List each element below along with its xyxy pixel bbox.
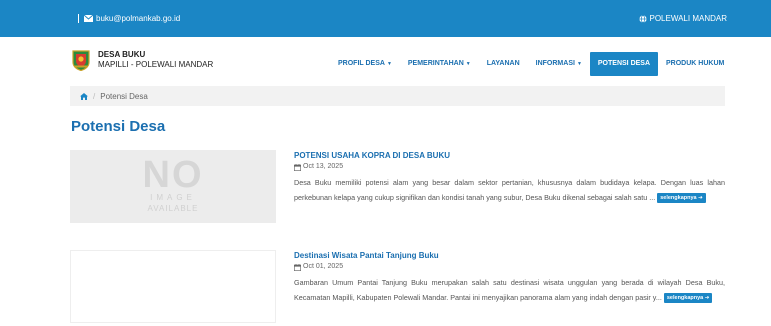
home-icon[interactable] — [80, 92, 88, 100]
post-thumbnail[interactable] — [70, 250, 276, 323]
contact-email[interactable]: buku@polmankab.go.id — [78, 14, 180, 23]
post-excerpt: Desa Buku memiliki potensi alam yang bes… — [294, 176, 725, 205]
post-thumbnail[interactable]: NO IMAGE AVAILABLE — [70, 150, 276, 223]
post-excerpt: Gambaran Umum Pantai Tanjung Buku merupa… — [294, 276, 725, 305]
regency-crest-icon — [72, 50, 90, 71]
arrow-right-icon: ➔ — [698, 194, 703, 201]
read-more-button[interactable]: selengkapnya ➔ — [657, 192, 706, 203]
calendar-icon — [294, 163, 301, 171]
post-date: Oct 13, 2025 — [294, 162, 725, 172]
breadcrumb-separator: / — [93, 91, 96, 101]
read-more-label: selengkapnya — [666, 294, 704, 301]
breadcrumb: / Potensi Desa — [70, 86, 725, 106]
post-title[interactable]: POTENSI USAHA KOPRA DI DESA BUKU — [294, 150, 725, 161]
page-title: Potensi Desa — [71, 118, 166, 135]
post-date: Oct 01, 2025 — [294, 262, 725, 272]
nav-item-label: POTENSI DESA — [597, 60, 651, 67]
nav-item-label: LAYANAN — [486, 60, 520, 67]
nav-item-potensi-desa[interactable]: POTENSI DESA — [589, 52, 659, 76]
nav-item-label: INFORMASI — [535, 60, 575, 67]
top-bar: buku@polmankab.go.id POLEWALI MANDAR — [0, 0, 771, 37]
post-body: Destinasi Wisata Pantai Tanjung Buku Oct… — [294, 250, 725, 305]
globe-icon — [638, 14, 647, 23]
no-image-text: IMAGE — [150, 193, 196, 202]
caret-down-icon: ▼ — [465, 61, 471, 67]
divider — [78, 14, 79, 23]
post-date-text: Oct 01, 2025 — [303, 263, 344, 270]
calendar-icon — [294, 263, 301, 271]
site-brand[interactable]: DESA BUKU MAPILLI - POLEWALI MANDAR — [72, 50, 213, 71]
post-date-text: Oct 13, 2025 — [303, 163, 344, 170]
nav-item-pemerintahan[interactable]: PEMERINTAHAN ▼ — [400, 52, 479, 76]
main-navbar: DESA BUKU MAPILLI - POLEWALI MANDAR PROF… — [0, 37, 771, 83]
region-label: POLEWALI MANDAR — [649, 14, 728, 23]
nav-item-profil-desa[interactable]: PROFIL DESA ▼ — [330, 52, 400, 76]
nav-item-informasi[interactable]: INFORMASI ▼ — [528, 52, 590, 76]
nav-item-label: PROFIL DESA — [338, 60, 385, 67]
nav-item-label: PRODUK HUKUM — [666, 60, 725, 67]
read-more-label: selengkapnya — [660, 194, 697, 201]
no-image-text: NO — [142, 154, 204, 196]
post-title[interactable]: Destinasi Wisata Pantai Tanjung Buku — [294, 250, 725, 261]
contact-email-text: buku@polmankab.go.id — [96, 14, 181, 23]
nav-item-label: PEMERINTAHAN — [407, 60, 464, 67]
caret-down-icon: ▼ — [576, 61, 582, 67]
region-link[interactable]: POLEWALI MANDAR — [638, 14, 728, 23]
envelope-icon — [84, 15, 93, 22]
brand-title: DESA BUKU — [98, 50, 146, 59]
nav-item-produk-hukum[interactable]: PRODUK HUKUM — [658, 52, 732, 76]
caret-down-icon: ▼ — [386, 61, 392, 67]
nav-item-layanan[interactable]: LAYANAN — [479, 52, 528, 76]
brand-subtitle: MAPILLI - POLEWALI MANDAR — [98, 60, 214, 69]
breadcrumb-current: Potensi Desa — [100, 91, 148, 101]
no-image-text: AVAILABLE — [147, 204, 199, 213]
post-excerpt-text: Gambaran Umum Pantai Tanjung Buku merupa… — [294, 278, 725, 302]
arrow-right-icon: ➔ — [704, 294, 710, 301]
post-body: POTENSI USAHA KOPRA DI DESA BUKU Oct 13,… — [294, 150, 725, 205]
read-more-button[interactable]: selengkapnya ➔ — [663, 292, 713, 303]
nav-menu: PROFIL DESA ▼ PEMERINTAHAN ▼ LAYANAN INF… — [330, 52, 732, 76]
